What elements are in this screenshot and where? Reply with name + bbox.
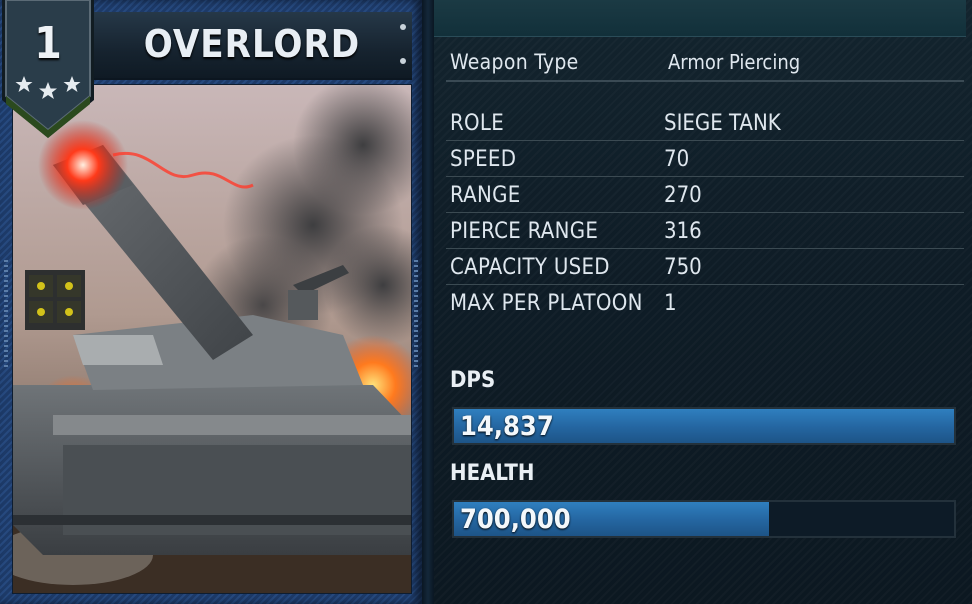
rank-stars-icon: [15, 76, 81, 99]
rank-badge: 1: [0, 0, 96, 140]
stat-row-speed: SPEED 70: [446, 142, 964, 177]
rank-number: 1: [34, 18, 62, 69]
stat-label: PIERCE RANGE: [450, 219, 599, 244]
stat-label: RANGE: [450, 183, 521, 208]
card-side-notch-right: [414, 260, 418, 370]
dps-value: 14,837: [460, 411, 554, 442]
title-bolt-icon: [400, 58, 406, 64]
card-divider: [422, 0, 434, 604]
unit-title-bar: OVERLORD: [92, 12, 412, 80]
stat-row-pierce-range: PIERCE RANGE 316: [446, 214, 964, 249]
stat-value: 270: [664, 183, 702, 208]
title-bolt-icon: [400, 24, 406, 30]
stat-row-capacity-used: CAPACITY USED 750: [446, 250, 964, 285]
stat-value: 750: [664, 255, 702, 280]
dps-label: DPS: [450, 368, 496, 393]
stat-label: MAX PER PLATOON: [450, 291, 643, 316]
stat-label: ROLE: [450, 111, 505, 136]
weapon-type-label: Weapon Type: [450, 50, 579, 74]
stat-label: SPEED: [450, 147, 517, 172]
stat-value: 1: [664, 291, 677, 316]
stat-value: 316: [664, 219, 702, 244]
stat-label: CAPACITY USED: [450, 255, 610, 280]
stat-value: 70: [664, 147, 690, 172]
weapon-type-value: Armor Piercing: [668, 50, 801, 74]
dps-bar: 14,837: [452, 407, 956, 445]
stats-panel-header: [434, 0, 966, 37]
stat-row-range: RANGE 270: [446, 178, 964, 213]
stat-value: SIEGE TANK: [664, 111, 781, 136]
stat-row-role: ROLE SIEGE TANK: [446, 106, 964, 141]
health-bar: 700,000: [452, 500, 956, 538]
unit-artwork: [12, 84, 412, 594]
card-side-notch-left: [4, 260, 8, 370]
unit-name: OVERLORD: [143, 22, 361, 66]
weapon-type-row: Weapon Type Armor Piercing: [446, 44, 964, 82]
health-value: 700,000: [460, 504, 571, 535]
health-label: HEALTH: [450, 461, 535, 486]
stat-row-max-per-platoon: MAX PER PLATOON 1: [446, 286, 964, 320]
